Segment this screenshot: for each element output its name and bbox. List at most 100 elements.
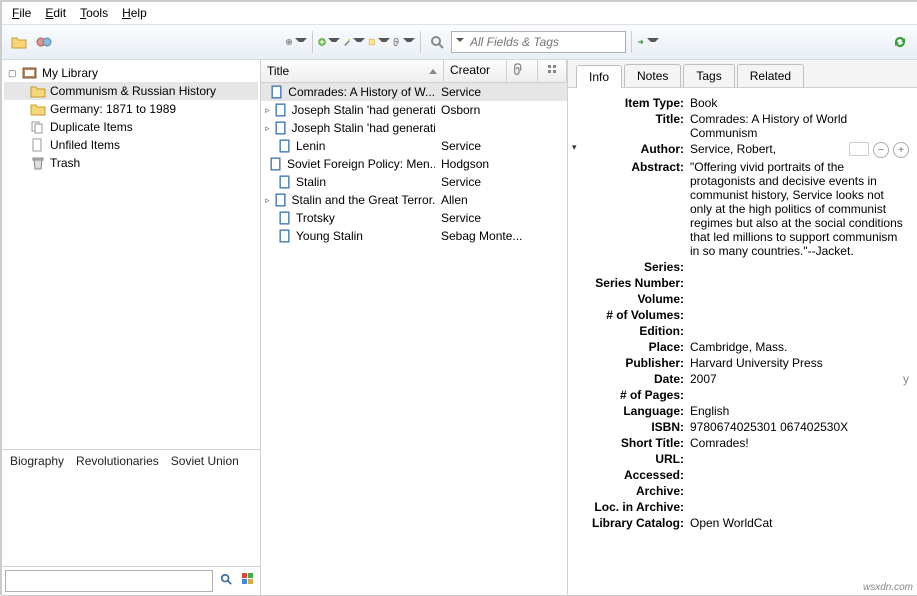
sort-asc-icon bbox=[429, 69, 437, 74]
details-body[interactable]: Item Type:Book Title:Comrades: A History… bbox=[568, 88, 917, 595]
expand-toggle[interactable]: ▹ bbox=[265, 105, 270, 116]
column-creator[interactable]: Creator bbox=[444, 60, 507, 82]
special-label: Trash bbox=[50, 156, 80, 170]
tag-cloud: Biography Revolutionaries Soviet Union bbox=[2, 450, 260, 566]
book-icon bbox=[269, 157, 283, 171]
tag[interactable]: Biography bbox=[10, 454, 64, 468]
details-tabs: Info Notes Tags Related bbox=[568, 60, 917, 88]
author-mode-toggle[interactable] bbox=[849, 142, 869, 156]
field-num-pages[interactable]: # of Pages: bbox=[572, 388, 909, 402]
watermark: wsxdn.com bbox=[863, 582, 913, 593]
field-url[interactable]: URL: bbox=[572, 452, 909, 466]
menu-file[interactable]: File bbox=[6, 4, 37, 22]
remove-author-button[interactable]: − bbox=[873, 142, 889, 158]
new-note-button[interactable] bbox=[368, 31, 390, 53]
field-short-title[interactable]: Short Title:Comrades! bbox=[572, 436, 909, 450]
field-language[interactable]: Language:English bbox=[572, 404, 909, 418]
folder-icon bbox=[30, 84, 46, 98]
library-tree[interactable]: ▢ My Library Communism & Russian History… bbox=[2, 60, 260, 449]
locate-button[interactable] bbox=[637, 31, 659, 53]
item-creator: Allen bbox=[435, 193, 567, 207]
column-attachment[interactable] bbox=[507, 60, 538, 82]
actions-button[interactable] bbox=[285, 31, 307, 53]
item-creator: Service bbox=[435, 175, 567, 189]
book-icon bbox=[278, 229, 292, 243]
column-picker[interactable] bbox=[538, 60, 567, 82]
special-label: Duplicate Items bbox=[50, 120, 133, 134]
library-root[interactable]: ▢ My Library bbox=[4, 64, 258, 82]
item-row[interactable]: ▹Joseph Stalin 'had generati... bbox=[261, 119, 567, 137]
item-row[interactable]: ▹Joseph Stalin 'had generati...Osborn bbox=[261, 101, 567, 119]
field-series-number[interactable]: Series Number: bbox=[572, 276, 909, 290]
search-box[interactable] bbox=[451, 31, 626, 53]
item-row[interactable]: StalinService bbox=[261, 173, 567, 191]
tab-notes[interactable]: Notes bbox=[624, 64, 681, 87]
duplicate-items[interactable]: Duplicate Items bbox=[4, 118, 258, 136]
tag-selector: Biography Revolutionaries Soviet Union bbox=[2, 449, 260, 595]
menu-tools[interactable]: Tools bbox=[74, 4, 114, 22]
item-creator: Hodgson bbox=[435, 157, 567, 171]
collection-item[interactable]: Germany: 1871 to 1989 bbox=[4, 100, 258, 118]
menu-edit[interactable]: Edit bbox=[39, 4, 72, 22]
main-content: ▢ My Library Communism & Russian History… bbox=[2, 60, 917, 595]
field-place[interactable]: Place:Cambridge, Mass. bbox=[572, 340, 909, 354]
book-icon bbox=[278, 211, 292, 225]
field-loc-archive[interactable]: Loc. in Archive: bbox=[572, 500, 909, 514]
field-item-type[interactable]: Item Type:Book bbox=[572, 96, 909, 110]
tag[interactable]: Soviet Union bbox=[171, 454, 239, 468]
field-title[interactable]: Title:Comrades: A History of World Commu… bbox=[572, 112, 909, 140]
field-edition[interactable]: Edition: bbox=[572, 324, 909, 338]
new-collection-button[interactable] bbox=[8, 31, 30, 53]
collection-item[interactable]: Communism & Russian History bbox=[4, 82, 258, 100]
item-title: Stalin and the Great Terror... bbox=[292, 193, 435, 207]
item-row[interactable]: ▹ Stalin and the Great Terror...Allen bbox=[261, 191, 567, 209]
sync-button[interactable] bbox=[889, 31, 911, 53]
tag[interactable]: Revolutionaries bbox=[76, 454, 159, 468]
menu-help[interactable]: Help bbox=[116, 4, 153, 22]
field-date[interactable]: Date:2007y bbox=[572, 372, 909, 386]
field-accessed[interactable]: Accessed: bbox=[572, 468, 909, 482]
add-author-button[interactable]: + bbox=[893, 142, 909, 158]
column-title[interactable]: Title bbox=[261, 60, 444, 82]
field-num-volumes[interactable]: # of Volumes: bbox=[572, 308, 909, 322]
tag-search-button[interactable] bbox=[217, 570, 235, 588]
field-abstract[interactable]: Abstract:"Offering vivid portraits of th… bbox=[572, 160, 909, 258]
trash[interactable]: Trash bbox=[4, 154, 258, 172]
field-author[interactable]: ▾ Author: Service, Robert, − + bbox=[572, 142, 909, 158]
special-label: Unfiled Items bbox=[50, 138, 120, 152]
item-row[interactable]: Comrades: A History of W...Service bbox=[261, 83, 567, 101]
tab-related[interactable]: Related bbox=[737, 64, 804, 87]
item-row[interactable]: Young StalinSebag Monte... bbox=[261, 227, 567, 245]
item-row[interactable]: TrotskyService bbox=[261, 209, 567, 227]
search-input[interactable] bbox=[468, 34, 629, 50]
add-attachment-button[interactable] bbox=[393, 31, 415, 53]
item-title: Soviet Foreign Policy: Men... bbox=[287, 157, 435, 171]
add-by-id-button[interactable] bbox=[343, 31, 365, 53]
field-series[interactable]: Series: bbox=[572, 260, 909, 274]
field-publisher[interactable]: Publisher:Harvard University Press bbox=[572, 356, 909, 370]
field-library-catalog[interactable]: Library Catalog:Open WorldCat bbox=[572, 516, 909, 530]
advanced-search-button[interactable] bbox=[426, 31, 448, 53]
field-archive[interactable]: Archive: bbox=[572, 484, 909, 498]
expand-authors-icon[interactable]: ▾ bbox=[572, 142, 582, 153]
field-volume[interactable]: Volume: bbox=[572, 292, 909, 306]
tab-info[interactable]: Info bbox=[576, 65, 622, 88]
tag-color-button[interactable] bbox=[239, 570, 257, 588]
expand-toggle[interactable]: ▹ bbox=[265, 195, 270, 206]
new-group-button[interactable] bbox=[33, 31, 55, 53]
library-label: My Library bbox=[42, 66, 98, 80]
items-list[interactable]: Comrades: A History of W...Service▹Josep… bbox=[261, 83, 567, 595]
item-row[interactable]: Soviet Foreign Policy: Men...Hodgson bbox=[261, 155, 567, 173]
tab-tags[interactable]: Tags bbox=[683, 64, 734, 87]
book-icon bbox=[270, 85, 284, 99]
unfiled-items[interactable]: Unfiled Items bbox=[4, 136, 258, 154]
book-icon bbox=[278, 175, 292, 189]
library-icon bbox=[22, 66, 38, 80]
expand-toggle[interactable]: ▹ bbox=[265, 123, 270, 134]
field-isbn[interactable]: ISBN:9780674025301 067402530X bbox=[572, 420, 909, 434]
item-title: Joseph Stalin 'had generati... bbox=[292, 103, 435, 117]
new-item-button[interactable] bbox=[318, 31, 340, 53]
item-title: Trotsky bbox=[296, 211, 335, 225]
item-row[interactable]: LeninService bbox=[261, 137, 567, 155]
tag-search-input[interactable] bbox=[5, 570, 213, 592]
